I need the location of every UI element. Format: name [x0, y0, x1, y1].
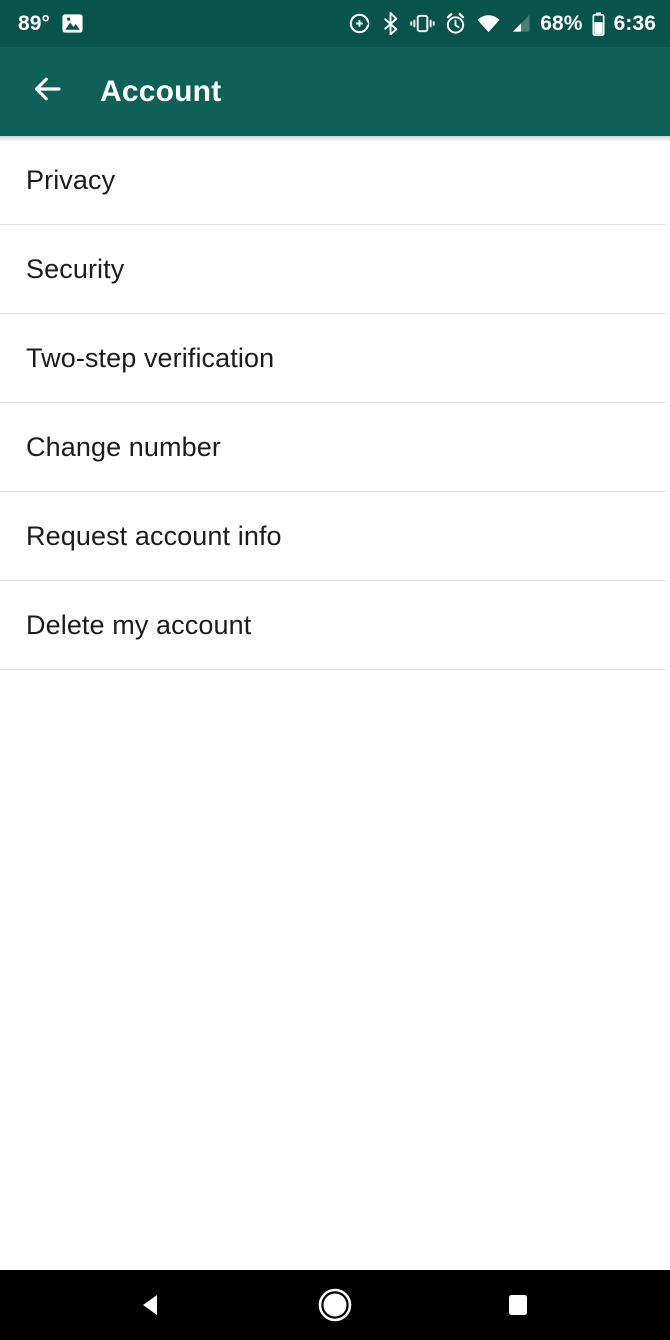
list-item-label: Two-step verification [26, 342, 275, 373]
status-bar-right: 68% 6:36 [348, 12, 656, 36]
square-icon [505, 1292, 531, 1318]
triangle-left-icon [137, 1290, 167, 1320]
account-settings-list: Privacy Security Two-step verification C… [0, 136, 670, 670]
list-item-label: Request account info [26, 520, 282, 551]
alarm-icon [444, 12, 467, 35]
list-item-label: Change number [26, 431, 221, 462]
nav-recents-button[interactable] [483, 1270, 553, 1340]
page-title: Account [100, 74, 222, 108]
list-item-label: Security [26, 253, 125, 284]
circle-icon [316, 1286, 354, 1324]
battery-percentage: 68% [540, 12, 583, 35]
status-bar: 89° 68% 6:36 [0, 0, 670, 47]
app-toolbar: Account [0, 47, 670, 136]
screenshot-image-icon [61, 12, 84, 35]
empty-content-area [0, 673, 670, 1270]
android-navigation-bar [0, 1270, 670, 1340]
cellular-signal-icon [510, 12, 531, 35]
status-bar-left: 89° [18, 12, 84, 35]
nav-home-button[interactable] [300, 1270, 370, 1340]
vibrate-icon [410, 12, 435, 35]
settings-item-change-number[interactable]: Change number [0, 403, 670, 492]
status-bar-clock: 6:36 [613, 12, 656, 35]
settings-item-delete-my-account[interactable]: Delete my account [0, 581, 670, 670]
weather-temperature: 89° [18, 12, 51, 35]
bluetooth-icon [380, 12, 401, 35]
device-screen: 89° 68% 6:36 Account Privacy Security Tw… [0, 0, 670, 1340]
settings-item-security[interactable]: Security [0, 225, 670, 314]
settings-item-privacy[interactable]: Privacy [0, 136, 670, 225]
battery-icon [592, 12, 605, 36]
do-not-disturb-icon [348, 12, 371, 35]
settings-item-two-step-verification[interactable]: Two-step verification [0, 314, 670, 403]
list-item-label: Privacy [26, 164, 116, 195]
settings-item-request-account-info[interactable]: Request account info [0, 492, 670, 581]
wifi-icon [476, 12, 501, 35]
list-item-label: Delete my account [26, 609, 252, 640]
nav-back-button[interactable] [117, 1270, 187, 1340]
back-button[interactable] [26, 71, 68, 113]
arrow-back-icon [29, 71, 65, 112]
